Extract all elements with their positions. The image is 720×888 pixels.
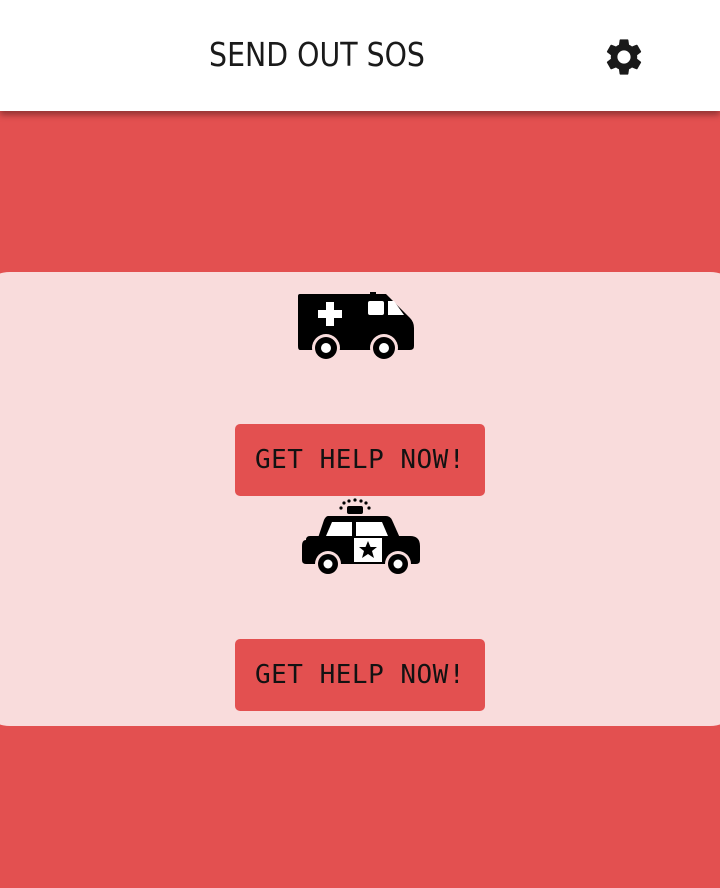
ambulance-icon xyxy=(298,292,414,360)
page-title: SEND OUT SOS xyxy=(209,35,425,74)
settings-button[interactable] xyxy=(598,31,650,83)
gear-icon xyxy=(606,39,642,75)
app-bar: SEND OUT SOS xyxy=(0,0,720,111)
get-help-police-button[interactable]: GET HELP NOW! xyxy=(235,639,485,711)
police-car-icon xyxy=(302,498,420,577)
get-help-ambulance-button[interactable]: GET HELP NOW! xyxy=(235,424,485,496)
